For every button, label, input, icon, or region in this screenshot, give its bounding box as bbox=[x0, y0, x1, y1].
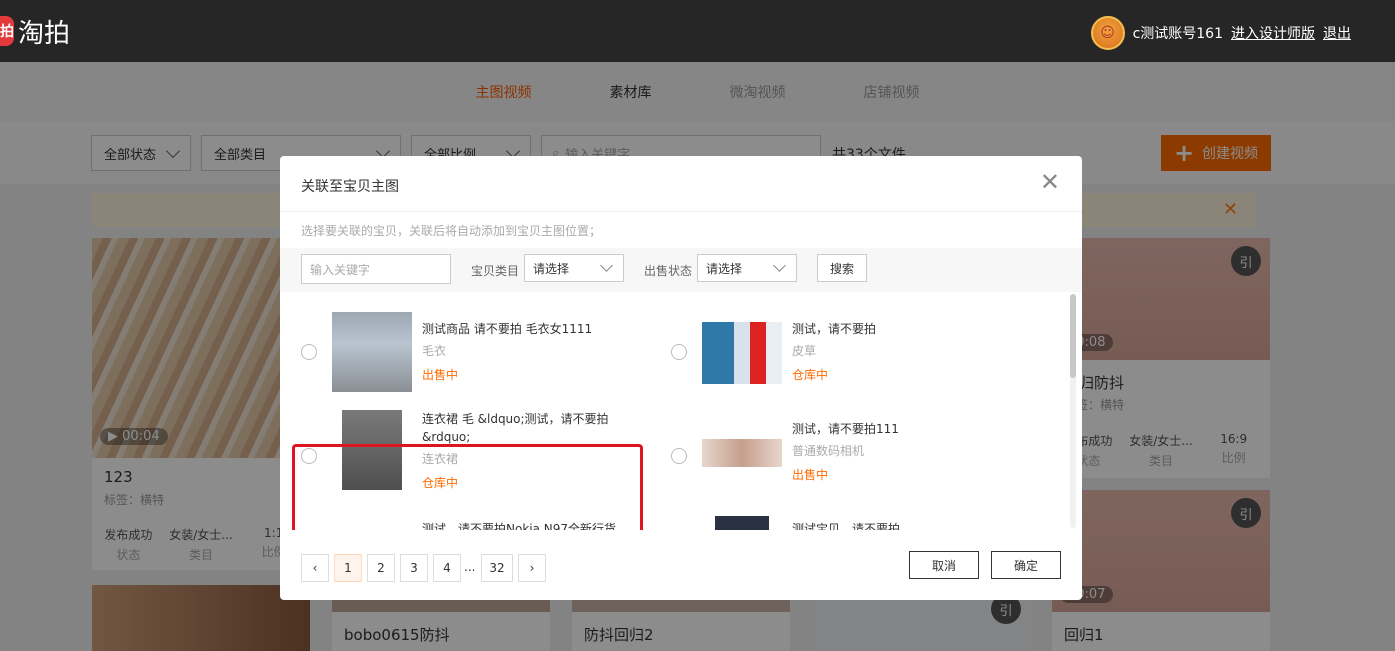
keyword-input[interactable]: 输入关键字 bbox=[301, 254, 451, 284]
top-bar: 拍 淘拍 ☺ c测试账号161 进入设计师版 退出 bbox=[0, 0, 1395, 62]
keyword-placeholder: 输入关键字 bbox=[310, 262, 371, 277]
item-category: 皮草 bbox=[792, 344, 817, 358]
item-name: 测试，请不要拍 bbox=[792, 322, 877, 336]
confirm-button[interactable]: 确定 bbox=[991, 551, 1061, 579]
close-icon[interactable]: ✕ bbox=[1040, 170, 1060, 194]
item-image bbox=[702, 322, 782, 384]
scrollbar[interactable] bbox=[1070, 294, 1076, 528]
item-radio[interactable] bbox=[301, 344, 317, 360]
pagination-next[interactable]: › bbox=[518, 554, 546, 582]
list-item[interactable]: 测试宝贝，请不要拍 bbox=[671, 512, 1031, 530]
link-to-main-image-dialog: 关联至宝贝主图 ✕ 选择要关联的宝贝，关联后将自动添加到宝贝主图位置； 输入关键… bbox=[280, 156, 1082, 600]
list-item[interactable]: 测试，请不要拍111 普通数码相机 出售中 bbox=[671, 418, 1031, 514]
item-image bbox=[332, 312, 412, 392]
pagination-prev[interactable]: ‹ bbox=[301, 554, 329, 582]
avatar[interactable]: ☺ bbox=[1090, 16, 1125, 50]
dialog-filter-bar: 输入关键字 宝贝类目 请选择 出售状态 请选择 搜索 bbox=[280, 248, 1082, 292]
chevron-down-icon bbox=[773, 259, 786, 272]
dialog-header: 关联至宝贝主图 ✕ bbox=[280, 156, 1082, 212]
page-3[interactable]: 3 bbox=[400, 554, 428, 582]
category-label: 宝贝类目 bbox=[471, 264, 520, 278]
item-name: 测试宝贝，请不要拍 bbox=[792, 522, 901, 530]
designer-link[interactable]: 进入设计师版 bbox=[1231, 23, 1315, 43]
selected-item-highlight bbox=[292, 444, 643, 530]
logo[interactable]: 拍 淘拍 bbox=[0, 14, 71, 49]
page-4[interactable]: 4 bbox=[433, 554, 461, 582]
search-button[interactable]: 搜索 bbox=[817, 254, 867, 282]
cancel-button[interactable]: 取消 bbox=[909, 551, 979, 579]
page-1[interactable]: 1 bbox=[334, 554, 362, 582]
item-radio[interactable] bbox=[671, 344, 687, 360]
item-category: 普通数码相机 bbox=[792, 444, 865, 458]
item-list[interactable]: 测试商品 请不要拍 毛衣女1111 毛衣 出售中 测试，请不要拍 皮草 仓库中 … bbox=[280, 292, 1068, 530]
chevron-down-icon bbox=[600, 259, 613, 272]
item-image bbox=[702, 439, 782, 467]
logo-text: 淘拍 bbox=[18, 18, 71, 49]
scrollbar-thumb[interactable] bbox=[1070, 294, 1076, 378]
dialog-title: 关联至宝贝主图 bbox=[301, 179, 399, 195]
pagination-ellipsis: ... bbox=[464, 560, 476, 574]
page-32[interactable]: 32 bbox=[481, 554, 513, 582]
item-category: 毛衣 bbox=[422, 344, 447, 358]
sale-status-select[interactable]: 请选择 bbox=[697, 254, 797, 282]
item-image bbox=[715, 516, 769, 530]
item-status: 仓库中 bbox=[792, 368, 829, 382]
logout-link[interactable]: 退出 bbox=[1323, 23, 1351, 43]
item-status: 出售中 bbox=[422, 368, 459, 382]
sale-status-label: 出售状态 bbox=[644, 264, 693, 278]
item-radio[interactable] bbox=[671, 448, 687, 464]
item-name: 连衣裙 毛 &ldquo;测试，请不要拍 &rdquo; bbox=[422, 412, 609, 444]
page-2[interactable]: 2 bbox=[367, 554, 395, 582]
dialog-description: 选择要关联的宝贝，关联后将自动添加到宝贝主图位置； bbox=[301, 224, 602, 238]
logo-mark: 拍 bbox=[0, 16, 14, 46]
list-item[interactable]: 测试商品 请不要拍 毛衣女1111 毛衣 出售中 bbox=[301, 310, 661, 406]
item-name: 测试，请不要拍111 bbox=[792, 422, 899, 436]
list-item[interactable]: 测试，请不要拍 皮草 仓库中 bbox=[671, 310, 1031, 406]
user-name: c测试账号161 bbox=[1132, 26, 1223, 42]
item-category-select[interactable]: 请选择 bbox=[524, 254, 624, 282]
item-category-value: 请选择 bbox=[533, 261, 570, 276]
dialog-footer: ‹ 1 2 3 4 ... 32 › 取消 确定 bbox=[280, 530, 1082, 600]
item-status: 出售中 bbox=[792, 468, 829, 482]
user-area: ☺ c测试账号161 进入设计师版 退出 bbox=[1090, 16, 1351, 50]
sale-status-value: 请选择 bbox=[706, 261, 743, 276]
item-name: 测试商品 请不要拍 毛衣女1111 bbox=[422, 322, 593, 336]
